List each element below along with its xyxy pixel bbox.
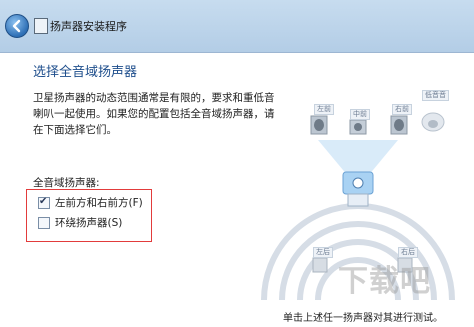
checkbox-checked-icon[interactable] bbox=[38, 195, 50, 209]
watermark-logo: 下载吧 bbox=[338, 264, 431, 299]
speaker-label-front-left: 左前 bbox=[314, 104, 334, 115]
arrow-left-icon bbox=[12, 19, 21, 33]
back-button[interactable] bbox=[5, 14, 29, 38]
speaker-setup-icon bbox=[34, 18, 48, 34]
checkbox-label: 环绕扬声器(S) bbox=[55, 217, 123, 229]
test-hint-text: 单击上述任一扬声器对其进行测试。 bbox=[283, 313, 443, 324]
title-bar: 扬声器安装程序 bbox=[0, 0, 474, 53]
checkbox-label: 左前方和右前方(F) bbox=[55, 197, 143, 209]
page-description: 卫星扬声器的动态范围通常是有限的，要求和重低音喇叭一起使用。如果您的配置包括全音… bbox=[33, 92, 275, 136]
checkbox-surround[interactable]: 环绕扬声器(S) bbox=[38, 216, 122, 230]
checkbox-front-left-right[interactable]: 左前方和右前方(F) bbox=[38, 195, 143, 210]
speaker-label-surround-left: 左后 bbox=[313, 247, 333, 258]
speaker-label-front-right: 右前 bbox=[392, 104, 412, 115]
window-title: 扬声器安装程序 bbox=[50, 20, 127, 33]
speaker-label-subwoofer: 低音音 bbox=[422, 90, 449, 101]
page-title: 选择全音域扬声器 bbox=[33, 65, 138, 80]
checkbox-unchecked-icon[interactable] bbox=[38, 217, 50, 229]
full-range-group-label: 全音域扬声器: bbox=[33, 177, 100, 189]
speaker-label-center: 中前 bbox=[350, 109, 370, 120]
